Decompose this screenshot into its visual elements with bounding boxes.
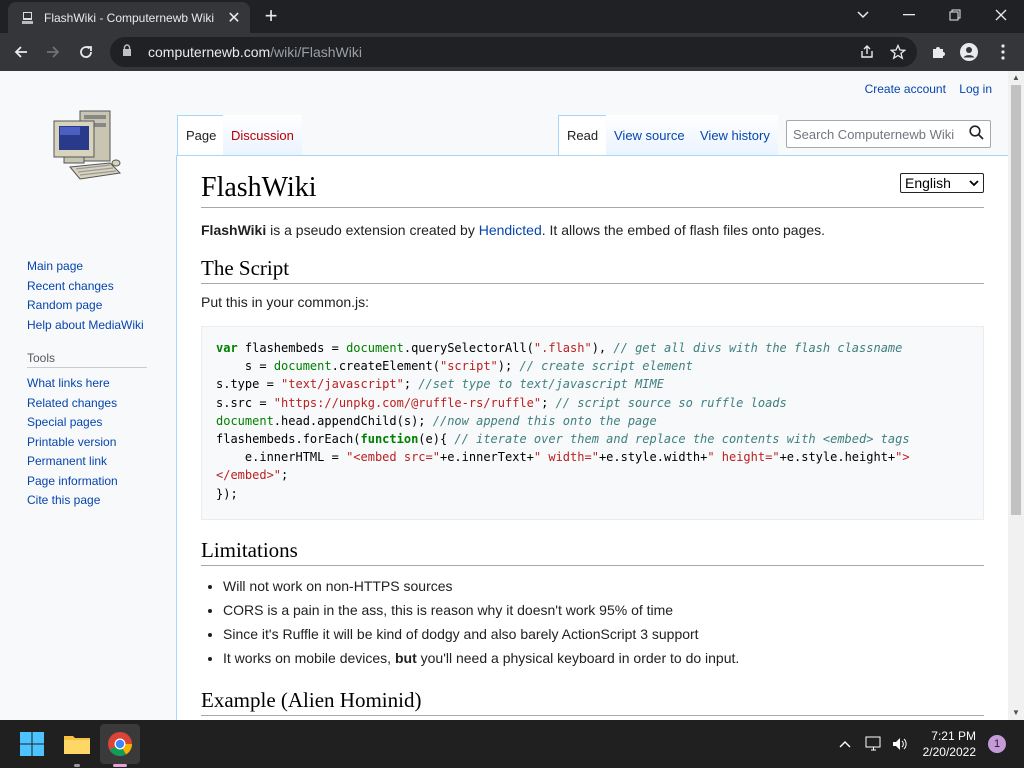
- create-account-link[interactable]: Create account: [865, 82, 946, 96]
- network-icon[interactable]: [865, 736, 883, 752]
- profile-avatar-icon[interactable]: [958, 41, 980, 63]
- personal-tools: Create account Log in: [855, 82, 992, 96]
- menu-kebab-icon[interactable]: [992, 41, 1014, 63]
- sidebar-item-random-page[interactable]: Random page: [27, 296, 177, 316]
- share-icon[interactable]: [856, 41, 878, 63]
- file-explorer-icon[interactable]: [61, 728, 93, 760]
- sidebar-item-help[interactable]: Help about MediaWiki: [27, 316, 177, 336]
- section-heading-limitations: Limitations: [201, 538, 984, 566]
- section-heading-example: Example (Alien Hominid): [201, 688, 984, 716]
- tab-search-chevron-icon[interactable]: [840, 0, 886, 30]
- windows-taskbar: 7:21 PM 2/20/2022 1: [0, 720, 1024, 768]
- sidebar-item-printable-version[interactable]: Printable version: [27, 433, 177, 453]
- list-item: CORS is a pain in the ass, this is reaso…: [223, 598, 984, 622]
- sidebar-item-what-links-here[interactable]: What links here: [27, 374, 177, 394]
- tab-strip: FlashWiki - Computernewb Wiki ✕ +: [0, 0, 1024, 33]
- bookmark-star-icon[interactable]: [887, 41, 909, 63]
- language-select[interactable]: English: [900, 173, 984, 193]
- explorer-indicator: [74, 764, 80, 767]
- limitations-list: Will not work on non-HTTPS sources CORS …: [223, 574, 984, 670]
- page-scrollbar[interactable]: ▲ ▼: [1008, 71, 1024, 720]
- list-item: Since it's Ruffle it will be kind of dod…: [223, 622, 984, 646]
- sidebar-item-cite-this-page[interactable]: Cite this page: [27, 491, 177, 511]
- new-tab-button[interactable]: +: [260, 4, 282, 28]
- clock[interactable]: 7:21 PM 2/20/2022: [923, 728, 976, 760]
- forward-arrow-icon[interactable]: [42, 41, 64, 63]
- page-viewport: Create account Log in Main page Recent c…: [0, 71, 1008, 720]
- reload-icon[interactable]: [75, 41, 97, 63]
- browser-window: FlashWiki - Computernewb Wiki ✕ + comput…: [0, 0, 1024, 720]
- wiki-favicon-icon: [22, 11, 33, 24]
- sidebar-item-recent-changes[interactable]: Recent changes: [27, 277, 177, 297]
- tab-view-source[interactable]: View source: [606, 115, 693, 155]
- scroll-up-icon[interactable]: ▲: [1008, 71, 1024, 85]
- search-input[interactable]: Search Computernewb Wiki: [787, 127, 962, 142]
- search-icon[interactable]: [962, 125, 990, 143]
- language-selected: English: [905, 175, 951, 191]
- limit4-post: you'll need a physical keyboard in order…: [416, 650, 740, 666]
- sidebar-item-special-pages[interactable]: Special pages: [27, 413, 177, 433]
- sidebar-navigation: Main page Recent changes Random page Hel…: [27, 257, 177, 511]
- section-heading-script: The Script: [201, 256, 984, 284]
- hendicted-link[interactable]: Hendicted: [479, 222, 542, 238]
- intro-text: is a pseudo extension created by: [266, 222, 479, 238]
- sidebar-item-related-changes[interactable]: Related changes: [27, 394, 177, 414]
- lock-icon[interactable]: [122, 44, 136, 60]
- list-item: Will not work on non-HTTPS sources: [223, 574, 984, 598]
- chrome-active-indicator: [113, 764, 127, 767]
- system-tray: 7:21 PM 2/20/2022 1: [839, 720, 1024, 768]
- scrollbar-thumb[interactable]: [1011, 85, 1021, 515]
- address-bar[interactable]: computernewb.com/wiki/FlashWiki: [110, 37, 917, 67]
- sidebar-item-main-page[interactable]: Main page: [27, 257, 177, 277]
- minimize-icon[interactable]: [886, 0, 932, 30]
- tab-page[interactable]: Page: [177, 115, 226, 155]
- extensions-puzzle-icon[interactable]: [927, 41, 949, 63]
- url-host: computernewb.com: [148, 44, 271, 60]
- wiki-logo-computer-icon[interactable]: [40, 103, 130, 193]
- volume-icon[interactable]: [891, 736, 909, 752]
- notification-badge[interactable]: 1: [988, 735, 1006, 753]
- chevron-up-icon[interactable]: [839, 740, 851, 748]
- code-block[interactable]: var flashembeds = document.querySelector…: [201, 326, 984, 520]
- back-arrow-icon[interactable]: [10, 41, 32, 63]
- restore-icon[interactable]: [932, 0, 978, 30]
- windows-start-icon[interactable]: [16, 728, 48, 760]
- scroll-down-icon[interactable]: ▼: [1008, 706, 1024, 720]
- browser-toolbar: computernewb.com/wiki/FlashWiki: [0, 33, 1024, 71]
- tab-title: FlashWiki - Computernewb Wiki: [44, 10, 215, 25]
- sidebar-item-permanent-link[interactable]: Permanent link: [27, 452, 177, 472]
- script-instructions: Put this in your common.js:: [201, 294, 370, 310]
- list-item: It works on mobile devices, but you'll n…: [223, 646, 984, 670]
- intro-paragraph: FlashWiki is a pseudo extension created …: [201, 222, 984, 238]
- url-path: /wiki/FlashWiki: [270, 44, 362, 60]
- intro-bold: FlashWiki: [201, 222, 267, 238]
- tools-heading: Tools: [27, 351, 147, 368]
- tab-read[interactable]: Read: [558, 115, 608, 155]
- limit4-pre: It works on mobile devices,: [223, 650, 395, 666]
- page-title: FlashWiki: [201, 172, 984, 208]
- search-box[interactable]: Search Computernewb Wiki: [786, 120, 991, 148]
- browser-tab[interactable]: FlashWiki - Computernewb Wiki ✕: [8, 2, 250, 33]
- clock-time: 7:21 PM: [931, 729, 976, 743]
- tab-discussion[interactable]: Discussion: [223, 115, 302, 155]
- log-in-link[interactable]: Log in: [959, 82, 992, 96]
- tab-view-history[interactable]: View history: [692, 115, 778, 155]
- chrome-icon[interactable]: [104, 728, 136, 760]
- intro-text-end: . It allows the embed of flash files ont…: [541, 222, 826, 238]
- close-window-icon[interactable]: [978, 0, 1024, 30]
- clock-date: 2/20/2022: [922, 745, 976, 759]
- limit4-bold: but: [394, 650, 417, 666]
- article-content: English FlashWiki FlashWiki is a pseudo …: [176, 155, 1008, 720]
- close-tab-icon[interactable]: ✕: [224, 8, 244, 28]
- sidebar-item-page-information[interactable]: Page information: [27, 472, 177, 492]
- chevron-down-icon: [969, 179, 979, 186]
